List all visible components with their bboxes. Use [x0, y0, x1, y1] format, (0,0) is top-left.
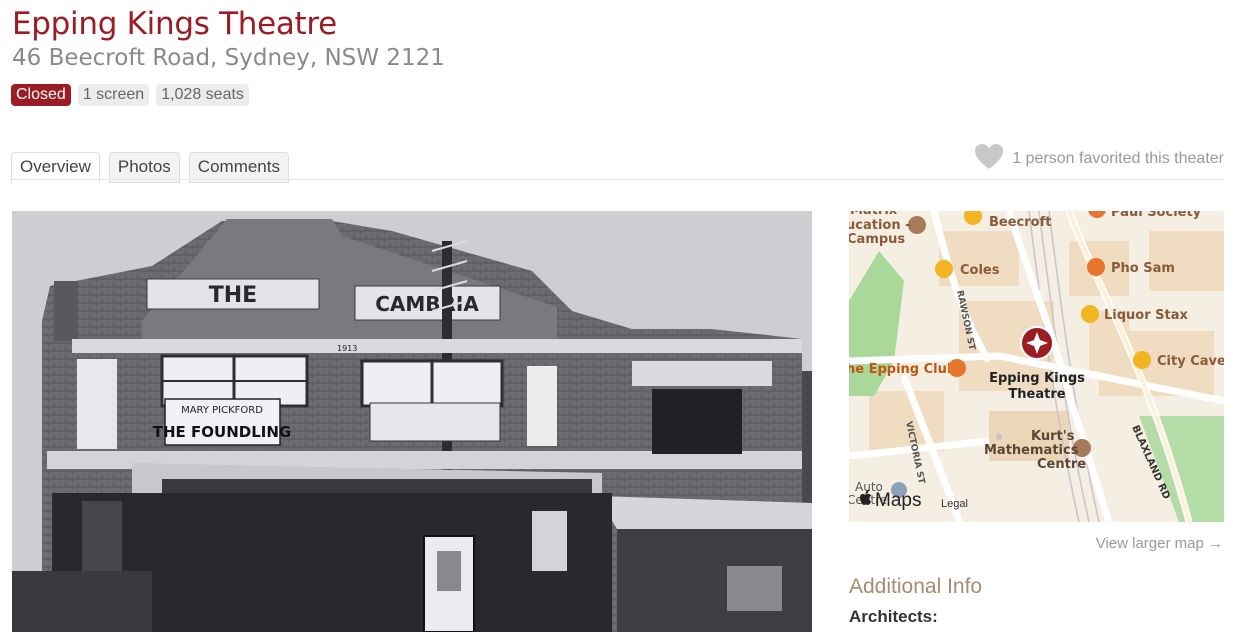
photo-poster-line2: THE FOUNDLING: [153, 423, 291, 441]
svg-text:ucation -: ucation -: [849, 218, 911, 233]
svg-text:Liquor Stax: Liquor Stax: [1104, 308, 1189, 323]
svg-text:Centre: Centre: [1037, 457, 1086, 472]
poi-coles[interactable]: Coles: [935, 260, 1000, 278]
view-larger-map-link[interactable]: View larger map →: [1096, 535, 1223, 552]
favorite-area: 1 person favorited this theater: [974, 143, 1224, 175]
svg-text:Pho Sam: Pho Sam: [1111, 261, 1175, 276]
photo-sign-cambria: CAMBRIA: [375, 292, 479, 316]
heart-icon[interactable]: [974, 143, 1004, 175]
svg-text:Coles: Coles: [960, 263, 1000, 278]
poi-city-cave[interactable]: City Cave: [1133, 351, 1224, 369]
svg-text:Mathematics: Mathematics: [984, 443, 1079, 458]
poi-epping-club[interactable]: he Epping Club: [849, 359, 966, 377]
svg-text:he Epping Club: he Epping Club: [849, 362, 956, 377]
favorite-text: 1 person favorited this theater: [1012, 150, 1224, 167]
maps-logo: Maps: [859, 490, 921, 512]
svg-text:Theatre: Theatre: [1008, 387, 1065, 402]
theater-title: Epping Kings Theatre: [12, 6, 337, 42]
svg-text:Beecroft: Beecroft: [989, 215, 1051, 230]
additional-info-heading: Additional Info: [849, 575, 983, 598]
theater-photo[interactable]: THE CAMBRIA MARY PICKFORD THE FOUNDLING …: [12, 211, 812, 632]
tab-divider: [12, 179, 1224, 180]
location-map[interactable]: RAWSON ST VICTORIA ST BLAXLAND RD Matrix…: [849, 211, 1224, 522]
svg-text:City Cave: City Cave: [1157, 354, 1224, 369]
poi-pho-sam[interactable]: Pho Sam: [1087, 258, 1175, 276]
screens-badge: 1 screen: [77, 84, 150, 106]
svg-text:Kurt's: Kurt's: [1031, 429, 1075, 444]
status-badge: Closed: [11, 84, 71, 106]
badges: Closed 1 screen 1,028 seats: [11, 84, 249, 106]
map-legal-link[interactable]: Legal: [941, 498, 968, 510]
seats-badge: 1,028 seats: [156, 84, 249, 106]
svg-text:Campus: Campus: [849, 232, 905, 247]
photo-sign-the: THE: [209, 283, 257, 308]
photo-poster-line1: MARY PICKFORD: [181, 405, 263, 416]
architects-label: Architects:: [849, 607, 938, 626]
photo-year: 1913: [337, 344, 357, 353]
theater-address: 46 Beecroft Road, Sydney, NSW 2121: [12, 45, 445, 71]
svg-text:Epping Kings: Epping Kings: [989, 371, 1085, 386]
svg-text:Paul Society: Paul Society: [1111, 211, 1202, 220]
apple-icon: [859, 490, 873, 512]
svg-text:Matrix: Matrix: [850, 211, 898, 218]
